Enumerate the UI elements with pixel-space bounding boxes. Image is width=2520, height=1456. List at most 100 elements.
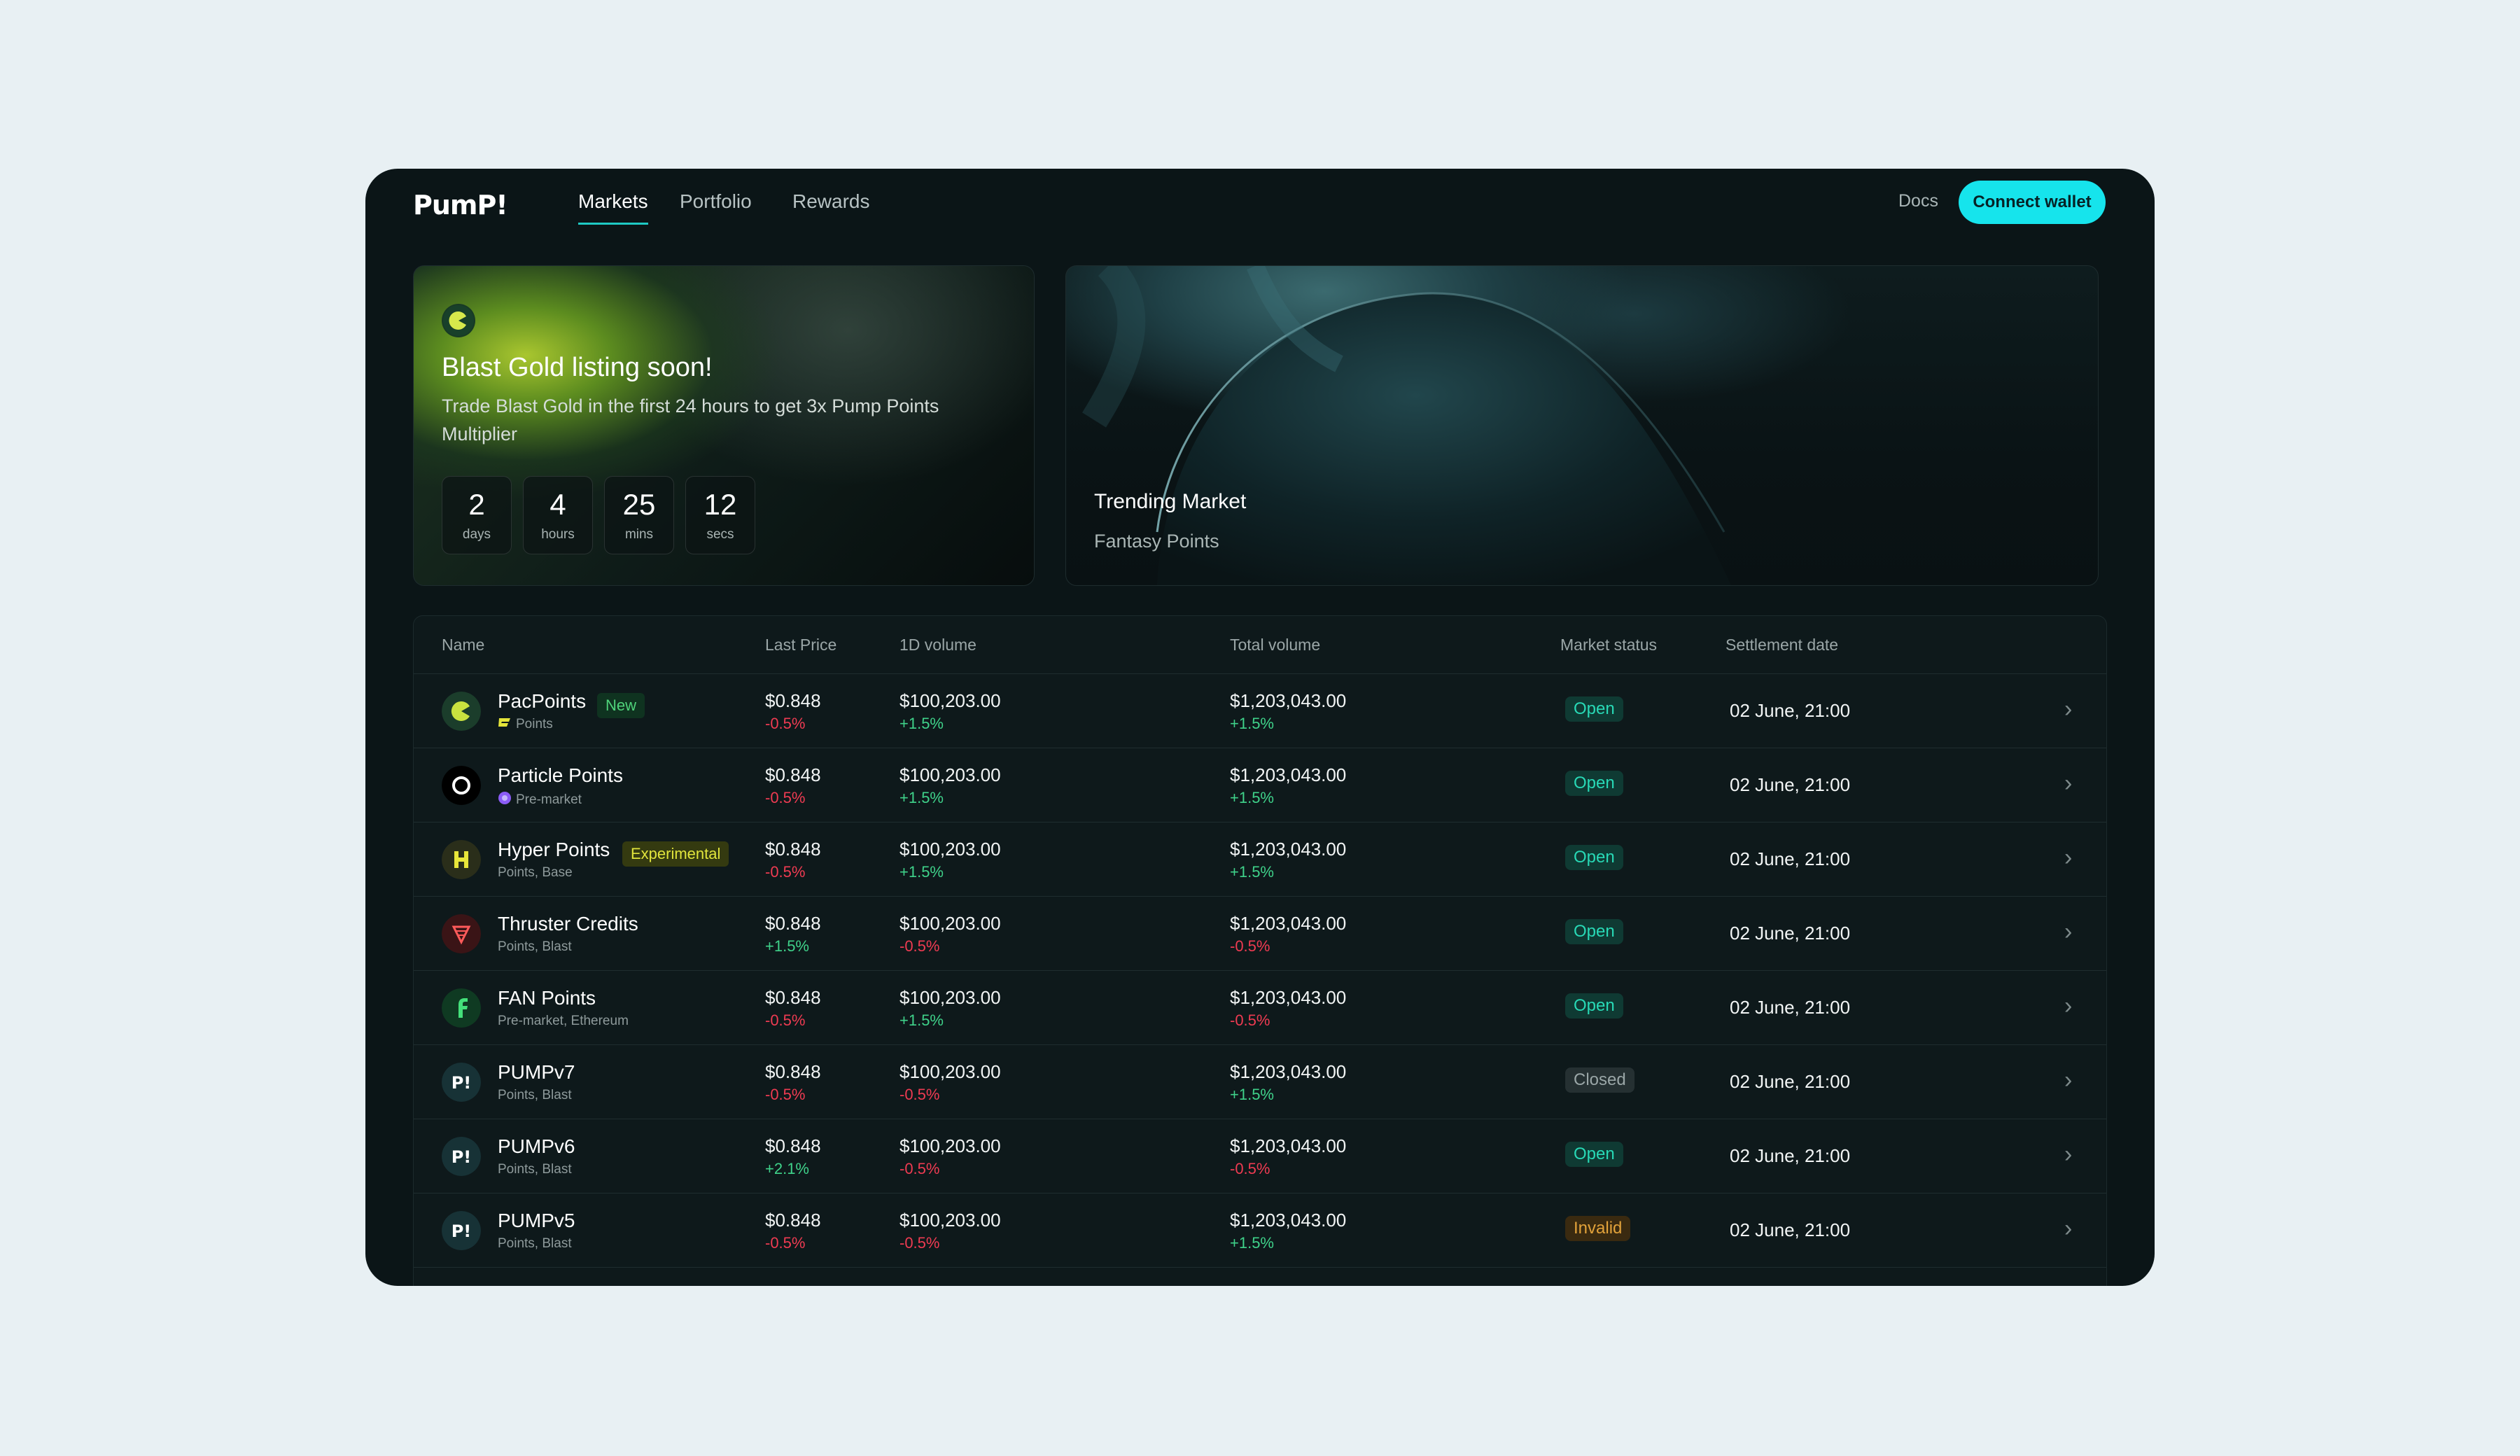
table-row[interactable]: Thruster Credits Points, Blast $0.848 +1.5%…: [414, 896, 2106, 971]
promo-banner[interactable]: Blast Gold listing soon! Trade Blast Gol…: [413, 265, 1035, 586]
markets-table: Name Last Price 1D volume Total volume M…: [413, 615, 2107, 1286]
market-name[interactable]: PUMPv7: [498, 1061, 575, 1084]
pump-logo[interactable]: PumP!: [413, 190, 508, 220]
total-volume-cell: $1,203,043.00 +1.5%: [1230, 839, 1346, 881]
last-price: $0.848: [765, 1210, 821, 1231]
last-price: $0.848: [765, 839, 821, 860]
last-price-change: -0.5%: [765, 1234, 806, 1252]
blast-icon: [498, 717, 512, 732]
market-name[interactable]: PacPoints: [498, 690, 586, 713]
settlement-date: 02 June, 21:00: [1730, 1219, 1851, 1240]
docs-link[interactable]: Docs: [1898, 191, 1938, 211]
1d-volume-cell: $100,203.00 -0.5%: [899, 1210, 1001, 1252]
svg-text:P!: P!: [451, 1147, 472, 1167]
connect-wallet-button[interactable]: Connect wallet: [1959, 181, 2106, 224]
status-badge: Open: [1565, 1142, 1623, 1167]
table-row[interactable]: P! PUMPv5 Points, Blast $0.848 -0.5% $100,203…: [414, 1193, 2106, 1268]
market-category-label: Points, Base: [498, 865, 573, 880]
trending-subtitle: Fantasy Points: [1094, 531, 1219, 552]
last-price-cell: $0.848 +2.1%: [765, 1135, 821, 1178]
market-name[interactable]: Particle Points: [498, 764, 623, 787]
settlement-date: 02 June, 21:00: [1730, 923, 1851, 944]
last-price-cell: $0.848 -0.5%: [765, 690, 821, 733]
last-price-change: -0.5%: [765, 863, 806, 881]
last-price-cell: $0.848 +1.5%: [765, 913, 821, 955]
tab-markets[interactable]: Markets: [578, 190, 648, 225]
header-settlement-date[interactable]: Settlement date: [1726, 636, 1838, 654]
chevron-right-icon[interactable]: ›: [2064, 696, 2072, 723]
1d-volume-change: -0.5%: [899, 937, 940, 955]
table-row[interactable]: Hyper Points Experimental Points, Base $0.8…: [414, 822, 2106, 897]
last-price: $0.848: [765, 1135, 821, 1156]
svg-text:P!: P!: [451, 1222, 472, 1241]
promo-description: Trade Blast Gold in the first 24 hours t…: [442, 396, 939, 444]
market-category: Points, Blast: [498, 939, 572, 955]
countdown-unit: days: [462, 527, 491, 542]
countdown-secs: 12 secs: [685, 476, 755, 554]
settlement-date: 02 June, 21:00: [1730, 997, 1851, 1018]
1d-volume-cell: $100,203.00 +1.5%: [899, 839, 1001, 881]
header-last-price[interactable]: Last Price: [765, 636, 836, 654]
settlement-date: 02 June, 21:00: [1730, 774, 1851, 795]
pump-icon: P!: [442, 1137, 481, 1176]
status-badge: Open: [1565, 696, 1623, 722]
thruster-icon: [442, 914, 481, 953]
market-name[interactable]: Hyper Points: [498, 839, 610, 861]
countdown-unit: secs: [706, 527, 734, 542]
1d-volume: $100,203.00: [899, 1210, 1001, 1231]
last-price-cell: $0.848 -0.5%: [765, 1061, 821, 1104]
fan-icon: [442, 988, 481, 1028]
countdown-mins: 25 mins: [604, 476, 674, 554]
total-volume: $1,203,043.00: [1230, 690, 1347, 711]
chevron-right-icon[interactable]: ›: [2064, 844, 2072, 872]
total-volume: $1,203,043.00: [1230, 1135, 1347, 1156]
tab-rewards[interactable]: Rewards: [792, 190, 869, 223]
chevron-right-icon[interactable]: ›: [2064, 1215, 2072, 1242]
market-name[interactable]: FAN Points: [498, 987, 596, 1009]
tab-portfolio[interactable]: Portfolio: [680, 190, 752, 223]
chevron-right-icon[interactable]: ›: [2064, 770, 2072, 797]
countdown-value: 12: [704, 488, 737, 521]
chevron-right-icon[interactable]: ›: [2064, 918, 2072, 946]
table-row[interactable]: P! PUMPv7 Points, Blast $0.848 -0.5% $100,203…: [414, 1044, 2106, 1119]
ring-icon: [442, 766, 481, 805]
1d-volume-change: +1.5%: [899, 789, 944, 806]
header-name[interactable]: Name: [442, 636, 484, 654]
market-category: Points, Base: [498, 865, 573, 881]
chevron-right-icon[interactable]: ›: [2064, 1067, 2072, 1094]
header-1d-volume[interactable]: 1D volume: [899, 636, 976, 654]
table-row[interactable]: Particle Points Pre-market $0.848 -0.5% $100…: [414, 748, 2106, 822]
table-row[interactable]: FAN Points Pre-market, Ethereum $0.848 -0.5…: [414, 970, 2106, 1045]
chevron-right-icon[interactable]: ›: [2064, 993, 2072, 1020]
total-volume-change: +1.5%: [1230, 1234, 1274, 1252]
market-category: Pre-market: [498, 791, 582, 809]
last-price-cell: $0.848 -0.5%: [765, 987, 821, 1030]
1d-volume-cell: $100,203.00 +1.5%: [899, 764, 1001, 807]
market-category: Points: [498, 717, 553, 732]
market-tag: New: [597, 693, 645, 718]
last-price-change: +1.5%: [765, 937, 809, 955]
1d-volume: $100,203.00: [899, 1061, 1001, 1082]
table-row[interactable]: P! PUMPv6 Points, Blast $0.848 +2.1% $100,203…: [414, 1119, 2106, 1194]
header-market-status[interactable]: Market status: [1560, 636, 1657, 654]
market-name[interactable]: PUMPv5: [498, 1210, 575, 1232]
header-total-volume[interactable]: Total volume: [1230, 636, 1320, 654]
table-row[interactable]: PacPoints New Points $0.848 -0.5% $100,203.00…: [414, 673, 2106, 748]
countdown-value: 2: [468, 488, 485, 521]
1d-volume-cell: $100,203.00 -0.5%: [899, 1135, 1001, 1178]
total-volume-change: +1.5%: [1230, 1086, 1274, 1103]
status-badge: Open: [1565, 771, 1623, 796]
total-volume-cell: $1,203,043.00 -0.5%: [1230, 987, 1346, 1030]
trending-artwork: [1082, 266, 1731, 585]
pacman-icon: [442, 692, 481, 731]
market-category-label: Pre-market, Ethereum: [498, 1014, 629, 1028]
market-name[interactable]: PUMPv6: [498, 1135, 575, 1158]
market-name[interactable]: Thruster Credits: [498, 913, 638, 935]
status-badge: Invalid: [1565, 1216, 1631, 1241]
trending-market-banner[interactable]: Trending Market Fantasy Points: [1065, 265, 2099, 586]
settlement-date: 02 June, 21:00: [1730, 700, 1851, 721]
svg-text:P!: P!: [451, 1073, 472, 1093]
last-price-cell: $0.848 -0.5%: [765, 839, 821, 881]
table-header: Name Last Price 1D volume Total volume M…: [414, 616, 2106, 674]
chevron-right-icon[interactable]: ›: [2064, 1141, 2072, 1168]
